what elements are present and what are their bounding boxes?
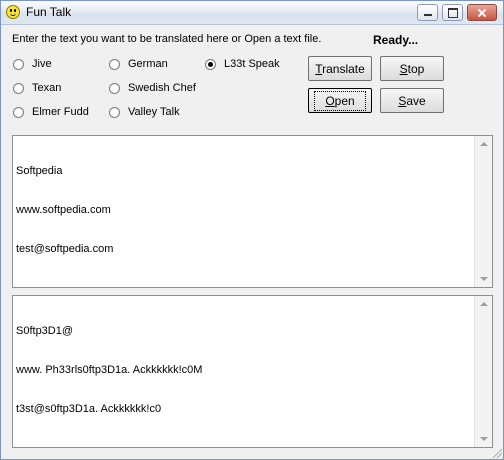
title-bar[interactable]: Fun Talk [1,1,503,25]
radio-german-label: German [128,58,168,70]
scroll-down-icon[interactable] [475,430,492,447]
radio-swedish-chef-circle[interactable] [109,82,120,94]
scroll-up-icon[interactable] [475,296,492,313]
input-line: www.softpedia.com [16,204,111,216]
radio-german-circle[interactable] [109,58,120,70]
output-text-area[interactable]: S0ftp3D1@ www. Ph33rls0ftp3D1a. Ackkkkkk… [12,295,493,448]
output-line: t3st@s0ftp3D1a. Ackkkkkk!c0 [16,403,162,415]
radio-texan-label: Texan [32,82,62,94]
input-line: test@softpedia.com [16,243,114,255]
input-scrollbar[interactable] [474,136,492,287]
radio-jive-label: Jive [32,58,52,70]
input-text-area[interactable]: Softpedia www.softpedia.com test@softped… [12,135,493,288]
radio-valley-talk-circle[interactable] [109,106,120,118]
radio-texan-circle[interactable] [13,82,24,94]
minimize-icon[interactable] [417,4,438,21]
radio-l33t-speak-circle[interactable] [205,58,216,70]
radio-swedish-chef[interactable]: Swedish Chef [109,80,196,96]
output-text-content: S0ftp3D1@ www. Ph33rls0ftp3D1a. Ackkkkkk… [16,299,472,442]
close-icon[interactable] [467,4,497,21]
radio-l33t-speak[interactable]: L33t Speak [205,56,280,72]
smiley-face-icon [6,5,20,19]
resize-grip-icon[interactable] [490,446,502,458]
input-line: Softpedia [16,165,63,177]
radio-elmer-fudd-circle[interactable] [13,106,24,118]
save-button-label: Save [398,93,426,108]
radio-l33t-speak-label: L33t Speak [224,58,280,70]
output-line: www. Ph33rls0ftp3D1a. Ackkkkkk!c0M [16,364,203,376]
radio-elmer-fudd[interactable]: Elmer Fudd [13,104,89,120]
radio-elmer-fudd-label: Elmer Fudd [32,106,89,118]
scroll-down-icon[interactable] [475,270,492,287]
maximize-icon[interactable] [442,4,463,21]
radio-jive-circle[interactable] [13,58,24,70]
radio-texan[interactable]: Texan [13,80,61,96]
radio-jive[interactable]: Jive [13,56,52,72]
radio-german[interactable]: German [109,56,168,72]
scroll-up-icon[interactable] [475,136,492,153]
open-button-label: Open [314,90,366,111]
save-button[interactable]: Save [380,88,444,113]
input-text-content: Softpedia www.softpedia.com test@softped… [16,139,472,282]
open-button[interactable]: Open [308,88,372,113]
output-line: S0ftp3D1@ [16,325,74,337]
stop-button[interactable]: Stop [380,56,444,81]
window-title: Fun Talk [26,5,72,19]
radio-valley-talk-label: Valley Talk [128,106,180,118]
radio-swedish-chef-label: Swedish Chef [128,82,196,94]
stop-button-label: Stop [399,61,425,76]
fun-talk-window: Fun Talk Enter the text you want to be t… [0,0,504,460]
translate-button[interactable]: Translate [308,56,372,81]
translate-button-label: Translate [315,61,365,76]
instruction-label: Enter the text you want to be translated… [12,33,322,45]
radio-valley-talk[interactable]: Valley Talk [109,104,180,120]
output-scrollbar[interactable] [474,296,492,447]
status-label: Ready... [373,33,419,47]
